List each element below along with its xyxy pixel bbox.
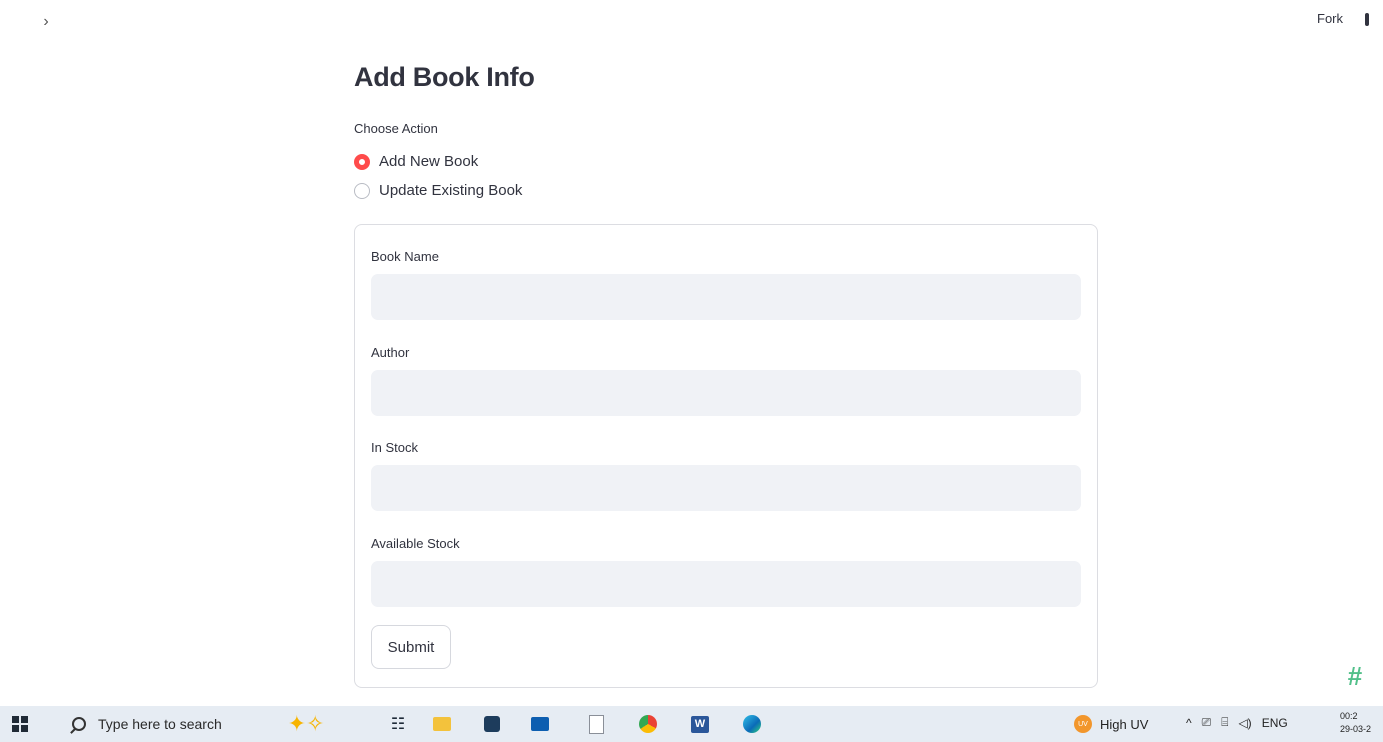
uv-weather-icon: UV: [1074, 715, 1092, 733]
clock-time: 00:2: [1340, 711, 1358, 721]
available-stock-label: Available Stock: [371, 536, 460, 551]
volume-icon[interactable]: ◁): [1238, 716, 1251, 730]
weather-widget[interactable]: UV High UV: [1074, 715, 1148, 733]
language-indicator[interactable]: ENG: [1262, 716, 1288, 730]
radio-update-existing-book[interactable]: Update Existing Book: [354, 182, 522, 199]
chevron-right-icon: ›: [43, 13, 49, 30]
sidebar-expand-button[interactable]: ›: [36, 12, 56, 32]
in-stock-input[interactable]: [371, 465, 1081, 511]
word-icon[interactable]: [690, 714, 710, 734]
book-name-label: Book Name: [371, 249, 439, 264]
mail-icon[interactable]: [530, 714, 550, 734]
app-window: › Fork Add Book Info Choose Action Add N…: [0, 0, 1383, 742]
submit-button[interactable]: Submit: [371, 625, 451, 669]
pen-icon[interactable]: ⎚: [1202, 715, 1212, 730]
radio-checked-icon: [354, 153, 370, 170]
edge-icon[interactable]: [742, 714, 762, 734]
notepad-icon[interactable]: [586, 714, 606, 734]
radio-unchecked-icon: [354, 182, 370, 199]
network-icon[interactable]: ⌸: [1221, 715, 1228, 730]
copilot-sparkle-icon[interactable]: ✦✧: [286, 711, 326, 736]
taskbar-search-placeholder: Type here to search: [98, 716, 222, 732]
radio-option-label: Add New Book: [379, 153, 479, 170]
in-stock-label: In Stock: [371, 440, 418, 455]
author-input[interactable]: [371, 370, 1081, 416]
weather-text: High UV: [1100, 716, 1149, 732]
radio-add-new-book[interactable]: Add New Book: [354, 153, 478, 170]
radio-group-label: Choose Action: [354, 121, 438, 136]
book-name-input[interactable]: [371, 274, 1081, 320]
windows-taskbar: Type here to search ✦✧ ☷ UV High UV ^ ⎚ …: [0, 706, 1383, 742]
tray-chevron-icon[interactable]: ^: [1186, 716, 1192, 730]
task-view-icon[interactable]: ☷: [388, 714, 408, 734]
radio-option-label: Update Existing Book: [379, 182, 523, 199]
taskbar-clock[interactable]: 00:2 29-03-2: [1340, 710, 1380, 736]
available-stock-input[interactable]: [371, 561, 1081, 607]
page-title: Add Book Info: [354, 62, 535, 92]
author-label: Author: [371, 345, 410, 360]
main-menu-button[interactable]: [1365, 13, 1369, 26]
fork-button[interactable]: Fork: [1317, 11, 1343, 26]
chrome-icon[interactable]: [638, 714, 658, 734]
file-explorer-icon[interactable]: [432, 714, 452, 734]
windows-start-icon[interactable]: [12, 716, 28, 732]
system-tray: ^ ⎚ ⌸ ◁) ENG: [1186, 715, 1288, 730]
clock-date: 29-03-2: [1340, 724, 1372, 734]
book-form: Book Name Author In Stock Available Stoc…: [354, 224, 1098, 688]
taskbar-search[interactable]: Type here to search: [62, 710, 272, 738]
store-icon[interactable]: [482, 714, 502, 734]
search-icon: [72, 717, 86, 731]
app-status-icon[interactable]: #: [1340, 661, 1370, 691]
